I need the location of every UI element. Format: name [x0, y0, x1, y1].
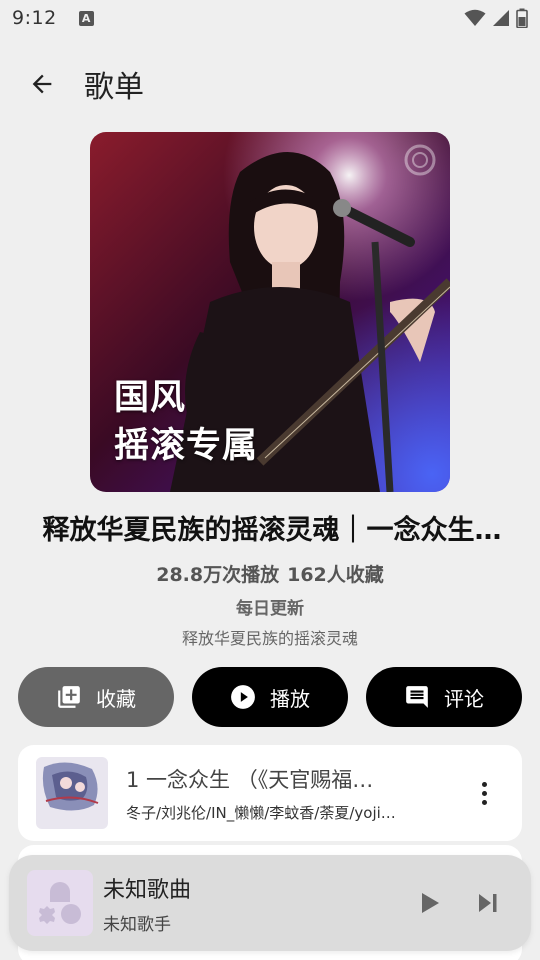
- arrow-back-icon: [32, 74, 52, 94]
- cover-caption-line2: 摇滚专属: [114, 426, 259, 466]
- favorite-count: 162人收藏: [287, 564, 384, 586]
- song-artist: 冬子/刘兆伦/IN_懒懒/李蚊香/荼夏/yoji…: [126, 803, 396, 822]
- signal-icon: [493, 10, 509, 26]
- play-button[interactable]: 播放: [192, 667, 348, 727]
- now-playing-title: 未知歌曲: [103, 877, 192, 903]
- comment-label: 评论: [444, 686, 484, 711]
- song-info: 1 一念众生 （《天官赐福… 冬子/刘兆伦/IN_懒懒/李蚊香/荼夏/yoji…: [126, 764, 446, 823]
- more-vert-icon: [481, 781, 487, 787]
- album-placeholder-icon: [27, 870, 93, 936]
- more-options-button[interactable]: [474, 771, 494, 815]
- playlist-title: 释放华夏民族的摇滚灵魂｜一念众生…: [42, 515, 502, 546]
- now-playing-artist: 未知歌手: [103, 914, 171, 935]
- comment-icon: [406, 686, 428, 708]
- library-add-icon: [58, 686, 80, 708]
- mini-play-button[interactable]: [419, 891, 441, 915]
- playlist-cover: 国风 摇滚专属: [90, 132, 450, 492]
- comment-button[interactable]: 评论: [366, 667, 522, 727]
- song-list-item[interactable]: 1 一念众生 （《天官赐福… 冬子/刘兆伦/IN_懒懒/李蚊香/荼夏/yoji…: [18, 745, 522, 841]
- update-frequency: 每日更新: [236, 599, 304, 619]
- play-circle-icon: [231, 685, 255, 709]
- battery-icon: [516, 8, 528, 28]
- mini-player-info: 未知歌曲 未知歌手: [103, 872, 191, 935]
- mini-player-controls: [419, 891, 499, 915]
- skip-next-button[interactable]: [477, 892, 499, 914]
- play-label: 播放: [270, 686, 310, 711]
- status-icons: [464, 8, 528, 28]
- wifi-icon: [464, 9, 486, 26]
- playlist-description: 释放华夏民族的摇滚灵魂: [181, 629, 358, 648]
- page-title: 歌单: [84, 70, 144, 105]
- status-bar: 9:12 A: [0, 0, 540, 36]
- collect-label: 收藏: [96, 686, 136, 711]
- status-time: 9:12: [12, 7, 57, 29]
- app-bar: 歌单: [0, 56, 540, 112]
- cover-caption: 国风 摇滚专属: [114, 374, 258, 470]
- notification-icon: A: [78, 10, 94, 26]
- play-icon: [422, 893, 439, 913]
- song-thumbnail-image: [36, 757, 108, 829]
- song-title: 1 一念众生 （《天官赐福…: [126, 767, 374, 792]
- action-buttons: 收藏 播放 评论: [18, 667, 522, 727]
- back-button[interactable]: [20, 62, 64, 106]
- play-count: 28.8万次播放: [156, 564, 280, 586]
- song-thumbnail: [36, 757, 108, 829]
- mini-player[interactable]: 未知歌曲 未知歌手: [9, 855, 531, 951]
- playlist-stats: 28.8万次播放 162人收藏: [0, 560, 540, 587]
- cover-caption-line1: 国风: [114, 378, 187, 418]
- skip-next-icon: [479, 894, 497, 912]
- collect-button[interactable]: 收藏: [18, 667, 174, 727]
